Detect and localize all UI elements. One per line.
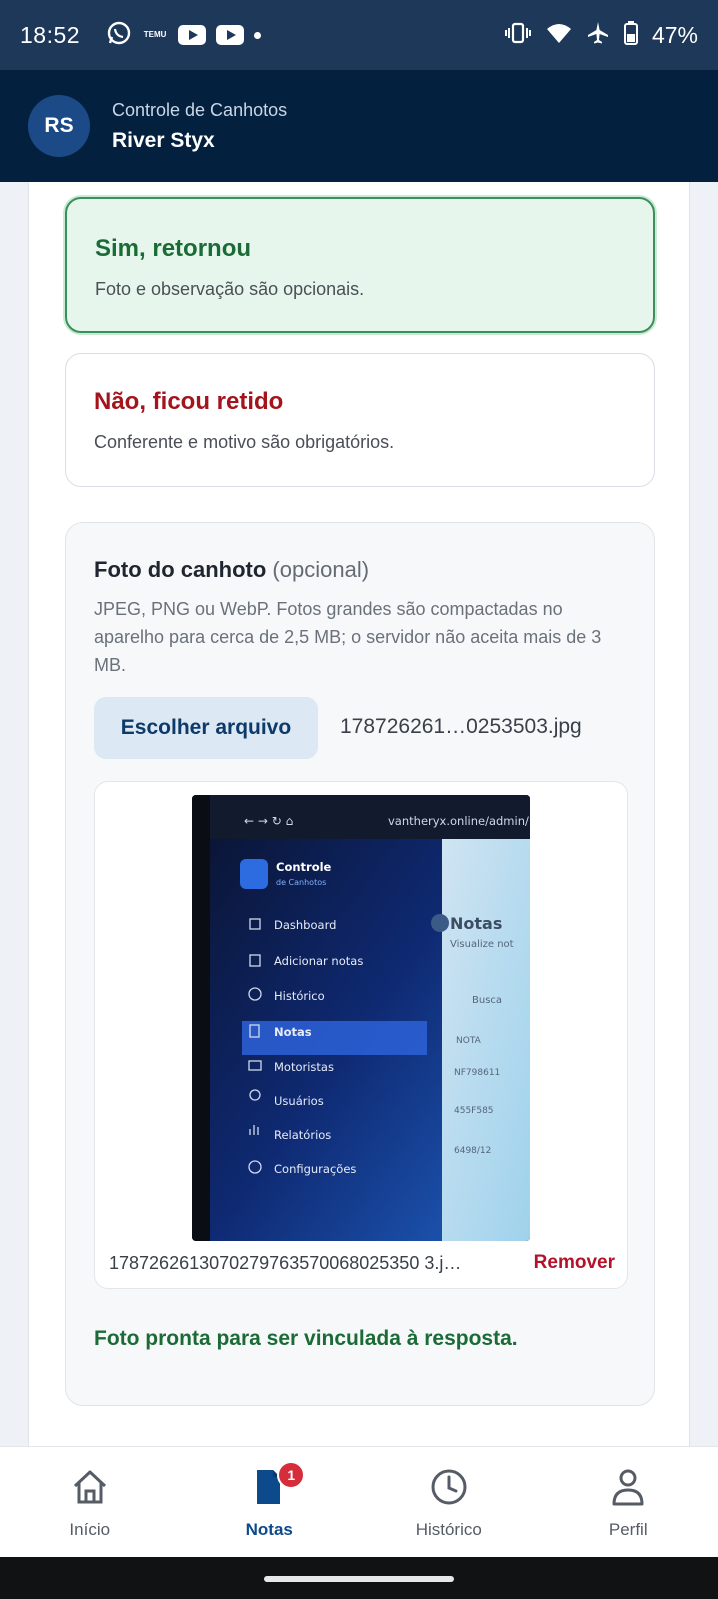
thumbnail-menu-settings: Configurações xyxy=(274,1162,356,1176)
photo-optional-label: (opcional) xyxy=(272,557,370,582)
option-returned[interactable]: Sim, retornou Foto e observação são opci… xyxy=(65,197,655,333)
photo-thumbnail[interactable]: ← → ↻ ⌂ vantheryx.online/admin/ Controle… xyxy=(192,795,530,1241)
battery-level: 47% xyxy=(651,21,698,48)
thumbnail-page-subtitle: Visualize not xyxy=(450,939,514,950)
option-returned-title: Sim, retornou xyxy=(95,235,252,262)
thumbnail-brand-title: Controle xyxy=(276,860,332,874)
option-retained-description: Conferente e motivo são obrigatórios. xyxy=(94,432,395,452)
preview-file-name: 1787262613070279763570068025350 3.j… xyxy=(109,1252,462,1273)
nav-label-notas: Notas xyxy=(245,1520,293,1539)
status-time: 18:52 xyxy=(20,21,81,48)
thumbnail-url: vantheryx.online/admin/ xyxy=(388,814,529,828)
app-title: Controle de Canhotos xyxy=(112,99,288,120)
user-icon xyxy=(608,1467,648,1512)
nav-label-inicio: Início xyxy=(69,1520,111,1539)
vibrate-icon xyxy=(504,22,532,49)
thumbnail-page-title: Notas xyxy=(450,914,502,933)
thumbnail-row-2: 455F585 xyxy=(454,1106,494,1116)
photo-help-text: JPEG, PNG ou WebP. Fotos grandes são com… xyxy=(94,599,602,675)
thumbnail-column: NOTA xyxy=(456,1036,482,1046)
photo-title-text: Foto do canhoto xyxy=(94,557,267,582)
thumbnail-brand-subtitle: de Canhotos xyxy=(276,878,326,887)
youtube-icon xyxy=(216,25,245,45)
selected-file-name: 178726261…0253503.jpg xyxy=(340,715,582,738)
remove-photo-button[interactable]: Remover xyxy=(534,1252,615,1274)
thumbnail-menu-reports: Relatórios xyxy=(274,1128,331,1142)
photo-ready-message: Foto pronta para ser vinculada à respost… xyxy=(94,1327,518,1350)
nav-label-historico: Histórico xyxy=(415,1520,482,1539)
dot-icon xyxy=(254,31,262,39)
home-icon xyxy=(70,1467,110,1512)
photo-upload-card: Foto do canhoto (opcional) JPEG, PNG ou … xyxy=(65,522,655,1406)
temu-icon: TEMU xyxy=(143,30,167,39)
whatsapp-icon xyxy=(106,20,132,51)
thumbnail-menu-history: Histórico xyxy=(274,989,325,1003)
thumbnail-row-1: NF798611 xyxy=(454,1068,500,1078)
thumbnail-menu-notes: Notas xyxy=(274,1025,312,1039)
notifications-badge: 1 xyxy=(277,1461,306,1489)
battery-icon xyxy=(623,20,638,50)
option-returned-description: Foto e observação são opcionais. xyxy=(95,279,365,299)
thumbnail-row-3: 6498/12 xyxy=(454,1146,491,1156)
app-header: RS Controle de Canhotos River Styx xyxy=(0,70,718,182)
thumbnail-menu-users: Usuários xyxy=(274,1094,324,1108)
option-retained[interactable]: Não, ficou retido Conferente e motivo sã… xyxy=(65,353,655,487)
thumbnail-menu-drivers: Motoristas xyxy=(274,1060,334,1074)
user-name: River Styx xyxy=(112,128,215,152)
photo-preview: ← → ↻ ⌂ vantheryx.online/admin/ Controle… xyxy=(94,781,628,1289)
clock-icon xyxy=(429,1467,469,1512)
thumbnail-menu-add: Adicionar notas xyxy=(274,954,363,968)
nav-label-perfil: Perfil xyxy=(608,1520,648,1539)
nav-item-historico[interactable]: Histórico xyxy=(359,1447,539,1557)
content-sheet: Sim, retornou Foto e observação são opci… xyxy=(28,182,690,1446)
gesture-bar xyxy=(0,1557,718,1599)
nav-item-notas[interactable]: 1 Notas xyxy=(180,1447,360,1557)
airplane-icon xyxy=(586,21,610,50)
wifi-icon xyxy=(546,22,572,49)
photo-section-title: Foto do canhoto (opcional) xyxy=(94,557,369,583)
svg-text:← → ↻ ⌂: ← → ↻ ⌂ xyxy=(244,814,293,828)
choose-file-button[interactable]: Escolher arquivo xyxy=(94,697,318,759)
avatar[interactable]: RS xyxy=(28,95,90,157)
home-gesture-handle[interactable] xyxy=(264,1576,454,1582)
nav-item-inicio[interactable]: Início xyxy=(0,1447,180,1557)
nav-item-perfil[interactable]: Perfil xyxy=(539,1447,718,1557)
thumbnail-menu-dashboard: Dashboard xyxy=(274,918,336,932)
status-bar: 18:52 TEMU 47% xyxy=(0,0,718,70)
youtube-icon xyxy=(178,25,207,45)
preview-footer: 1787262613070279763570068025350 3.j… Rem… xyxy=(109,1252,615,1274)
bottom-navigation: Início 1 Notas Histórico Perfil xyxy=(0,1446,718,1557)
thumbnail-search: Busca xyxy=(472,995,502,1006)
option-retained-title: Não, ficou retido xyxy=(94,388,284,415)
